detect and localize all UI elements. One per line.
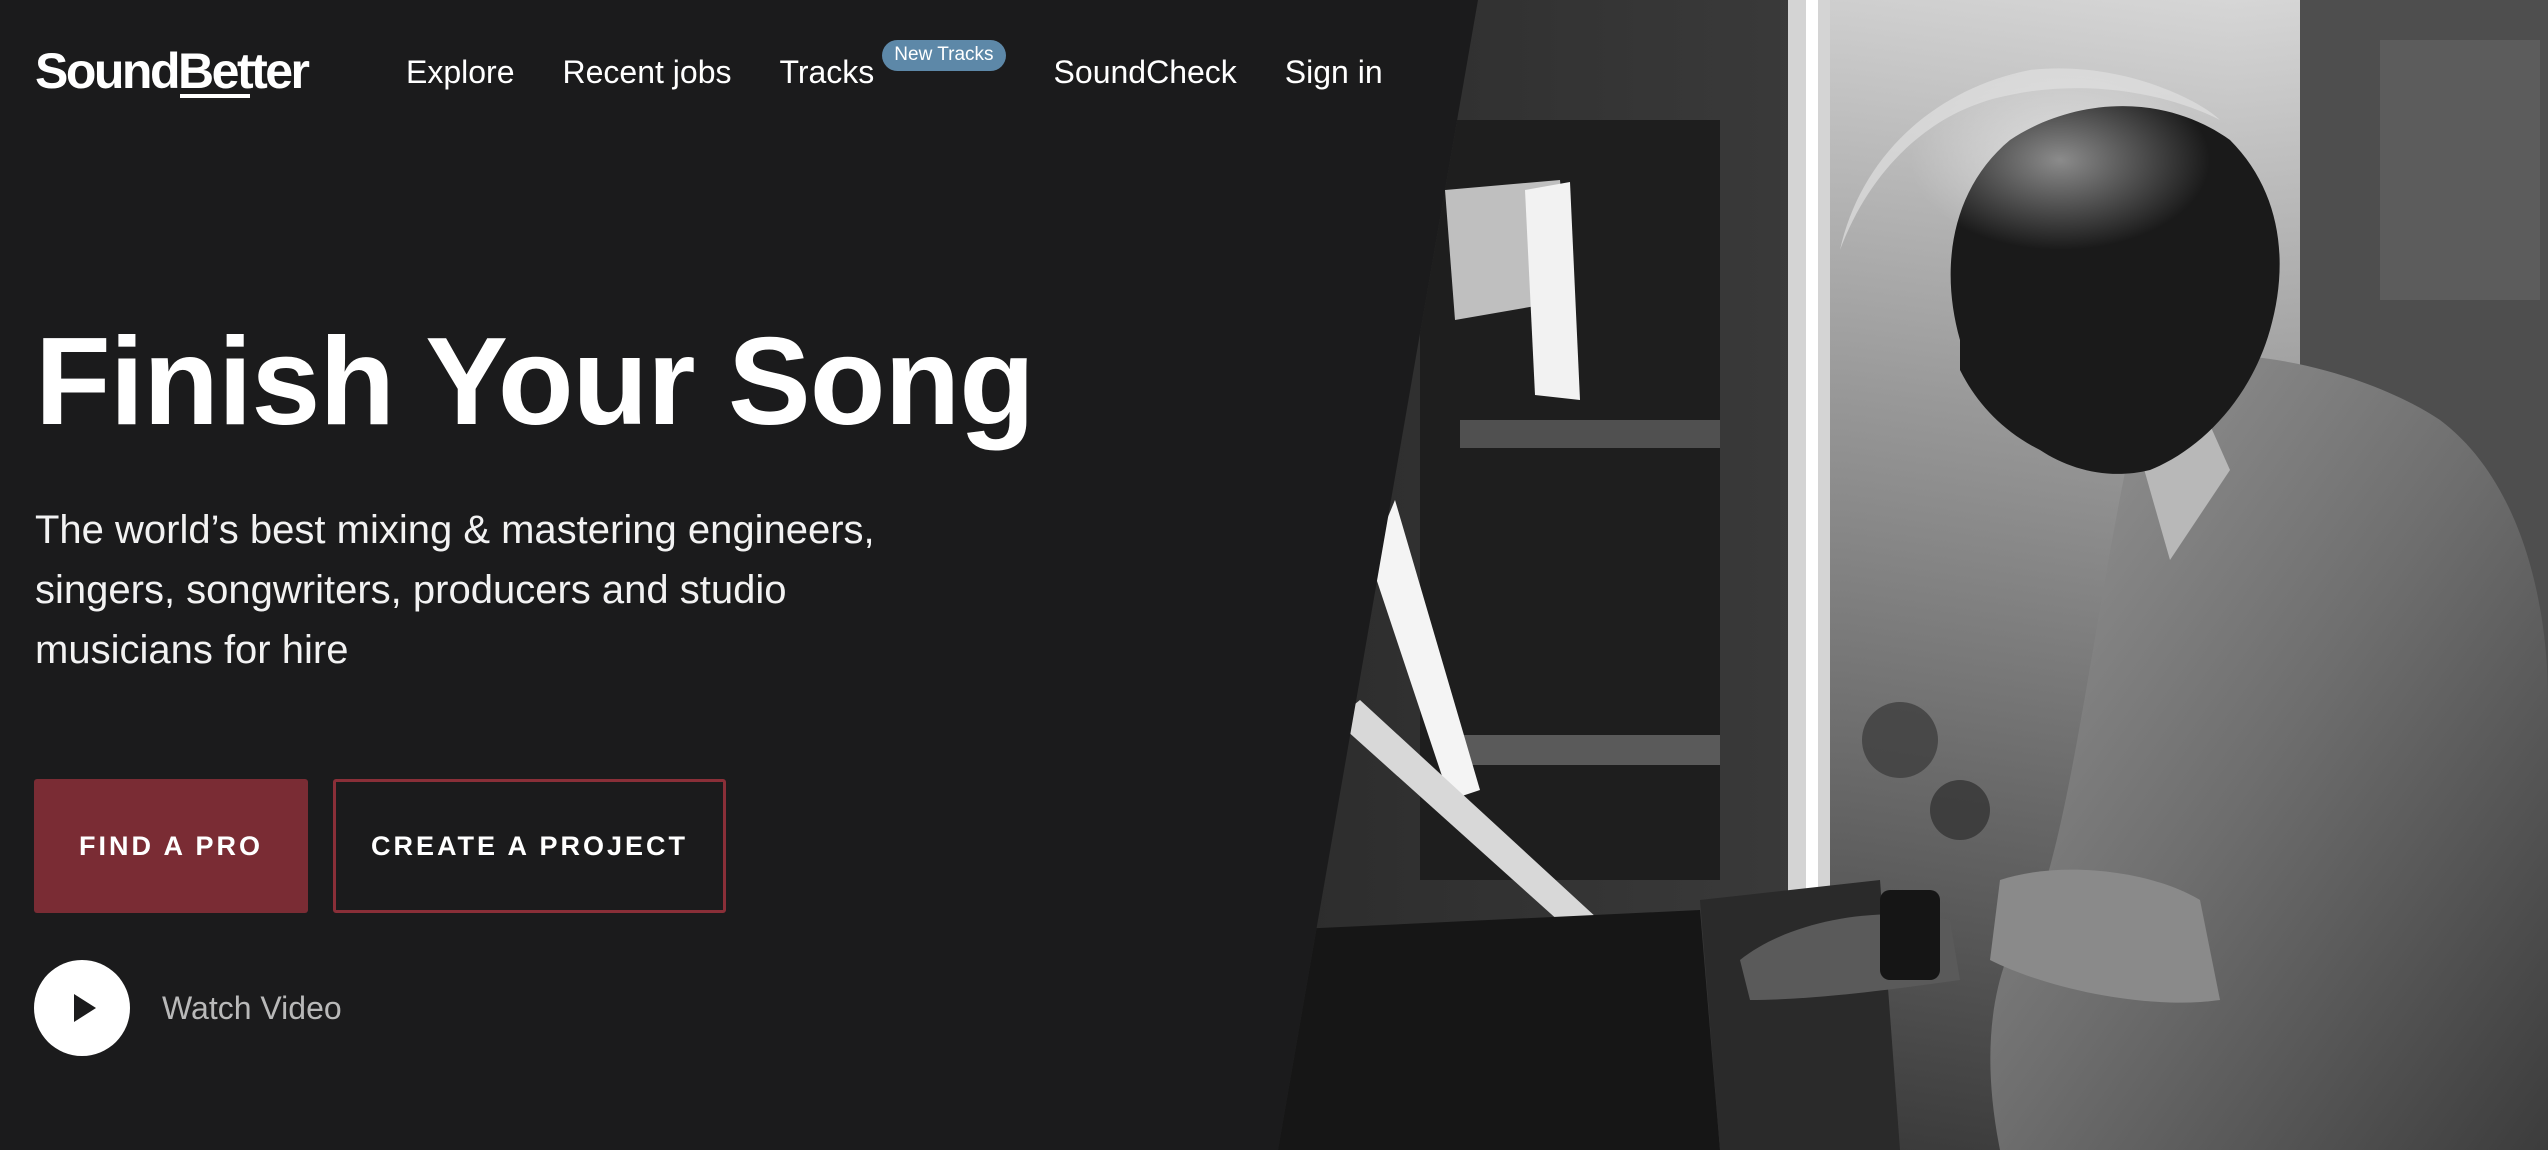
watch-video-link[interactable]: Watch Video (34, 960, 342, 1056)
find-a-pro-button[interactable]: FIND A PRO (34, 779, 308, 913)
nav-recent-jobs[interactable]: Recent jobs (563, 54, 732, 91)
nav-tracks[interactable]: Tracks New Tracks (779, 39, 1006, 91)
play-button[interactable] (34, 960, 130, 1056)
main-nav: Explore Recent jobs Tracks New Tracks So… (406, 39, 1431, 100)
create-a-project-button[interactable]: CREATE A PROJECT (333, 779, 726, 913)
play-icon (74, 994, 96, 1022)
hero-title: Finish Your Song (35, 313, 1035, 451)
new-tracks-badge: New Tracks (882, 39, 1006, 71)
landing-page: Sound Better Explore Recent jobs Tracks N… (0, 0, 2548, 1150)
nav-sign-in[interactable]: Sign in (1285, 54, 1383, 91)
nav-explore[interactable]: Explore (406, 54, 515, 91)
logo-text-better: Better (178, 43, 310, 99)
hero-subtitle: The world’s best mixing & mastering engi… (35, 508, 875, 672)
nav-soundcheck[interactable]: SoundCheck (1054, 54, 1237, 91)
nav-tracks-label: Tracks (779, 53, 875, 90)
logo-text-sound: Sound (35, 43, 181, 99)
soundbetter-logo[interactable]: Sound Better (35, 38, 310, 104)
watch-video-label: Watch Video (162, 989, 342, 1026)
